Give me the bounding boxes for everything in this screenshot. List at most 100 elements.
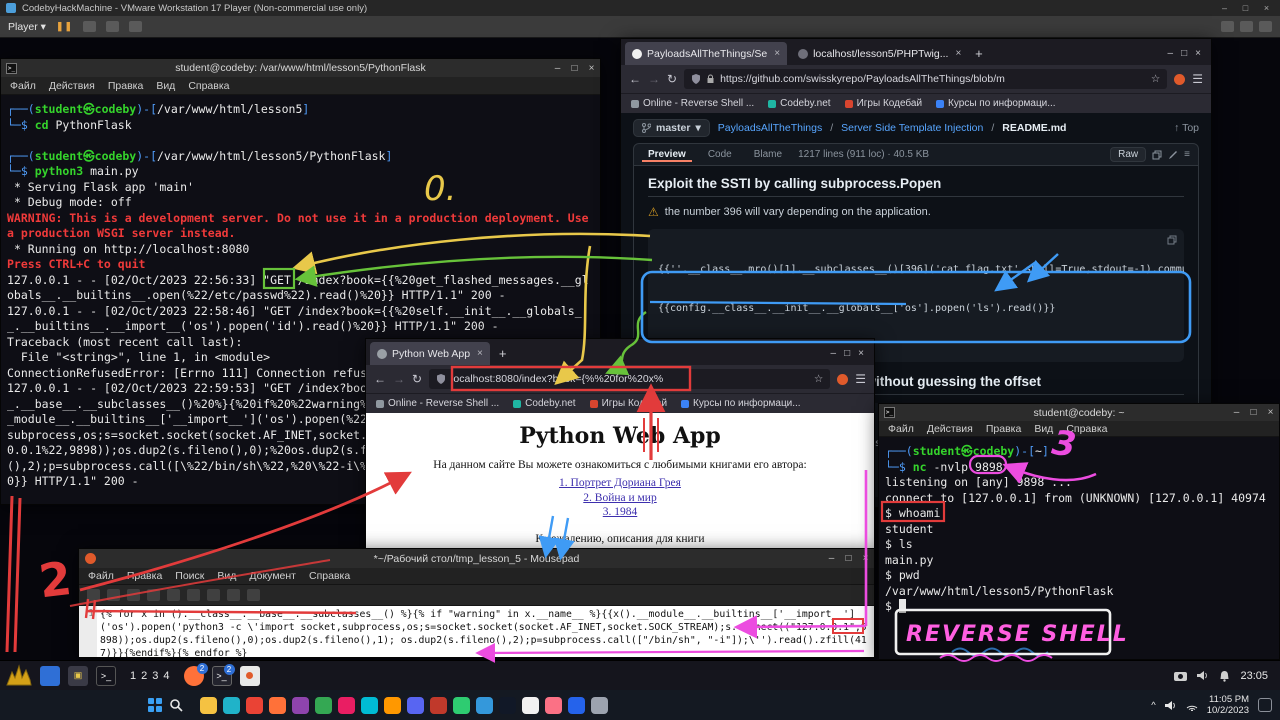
new-file-icon[interactable] xyxy=(87,589,100,601)
notification-bell-icon[interactable] xyxy=(1219,670,1230,682)
undo-icon[interactable] xyxy=(147,589,160,601)
menu-item[interactable]: Поиск xyxy=(175,570,204,582)
maximize-button[interactable]: □ xyxy=(1245,407,1262,418)
tray-expand-icon[interactable]: ^ xyxy=(1151,700,1155,711)
tab-preview[interactable]: Preview xyxy=(642,147,692,162)
tab-blame[interactable]: Blame xyxy=(748,147,788,162)
menu-icon[interactable]: ☰ xyxy=(855,372,866,386)
bookmark-item[interactable]: Курсы по информаци... xyxy=(936,98,1056,109)
back-button[interactable]: ← xyxy=(629,72,641,86)
menu-item[interactable]: Справка xyxy=(188,80,229,92)
menu-item[interactable]: Правка xyxy=(986,423,1021,435)
terminal-flask-titlebar[interactable]: >_ student@codeby: /var/www/html/lesson5… xyxy=(1,59,600,77)
workspace-number[interactable]: 4 xyxy=(163,670,169,682)
menu-item[interactable]: Действия xyxy=(49,80,95,92)
bookmark-item[interactable]: Online - Reverse Shell ... xyxy=(376,398,499,409)
close-button[interactable]: × xyxy=(1259,3,1274,13)
suspend-button[interactable]: ❚❚ xyxy=(56,21,73,32)
copy-icon[interactable] xyxy=(1152,150,1162,160)
files-icon[interactable]: ▣ xyxy=(68,666,88,686)
taskbar-app-icon[interactable] xyxy=(522,697,539,714)
taskbar-app-icon[interactable] xyxy=(545,697,562,714)
forward-button[interactable]: → xyxy=(393,372,405,386)
breadcrumb-repo[interactable]: PayloadsAllTheThings xyxy=(718,122,822,134)
dragon-icon[interactable] xyxy=(6,664,32,688)
minimize-button[interactable]: – xyxy=(1168,48,1174,59)
bookmark-item[interactable]: Курсы по информаци... xyxy=(681,398,801,409)
taskbar-app-icon[interactable] xyxy=(499,697,516,714)
tab-localhost-phptwig[interactable]: localhost/lesson5/PHPTwig... × xyxy=(791,42,966,65)
taskbar-app-icon[interactable] xyxy=(315,697,332,714)
bookmark-item[interactable]: Codeby.net xyxy=(768,98,830,109)
taskbar-app-icon[interactable] xyxy=(292,697,309,714)
open-file-icon[interactable] xyxy=(107,589,120,601)
save-icon[interactable] xyxy=(127,589,140,601)
taskbar-app-icon[interactable] xyxy=(338,697,355,714)
menu-item[interactable]: Справка xyxy=(1066,423,1107,435)
menu-item[interactable]: Вид xyxy=(1034,423,1053,435)
tab-python-web-app[interactable]: Python Web App × xyxy=(370,342,490,365)
ctrl-alt-del-button[interactable] xyxy=(83,21,96,32)
book-link[interactable]: 2. Война и мир xyxy=(366,491,874,506)
book-link[interactable]: 3. 1984 xyxy=(366,505,874,520)
taskbar-app-icon[interactable] xyxy=(384,697,401,714)
collapse-toolbar-button[interactable] xyxy=(1259,21,1272,32)
firefox-taskbar-icon[interactable]: 2 xyxy=(184,666,204,686)
close-tab-icon[interactable]: × xyxy=(477,348,483,359)
screenshot-icon[interactable] xyxy=(1174,670,1187,681)
maximize-button[interactable]: □ xyxy=(1181,48,1187,59)
cut-icon[interactable] xyxy=(187,589,200,601)
snapshot-button[interactable] xyxy=(106,21,119,32)
terminal-launcher-icon[interactable]: >_ xyxy=(96,666,116,686)
menu-item[interactable]: Файл xyxy=(888,423,914,435)
workspace-number[interactable]: 2 xyxy=(141,670,147,682)
settings-button[interactable] xyxy=(129,21,142,32)
menu-item[interactable]: Файл xyxy=(10,80,36,92)
maximize-button[interactable]: □ xyxy=(840,553,857,564)
fullscreen-button[interactable] xyxy=(1240,21,1253,32)
taskbar-app-icon[interactable] xyxy=(407,697,424,714)
taskbar-clock[interactable]: 11:05 PM 10/2/2023 xyxy=(1207,694,1249,716)
unity-button[interactable] xyxy=(1221,21,1234,32)
bookmark-star-icon[interactable]: ☆ xyxy=(814,373,823,385)
minimize-button[interactable]: – xyxy=(823,553,840,564)
menu-item[interactable]: Правка xyxy=(108,80,143,92)
network-icon[interactable] xyxy=(1186,700,1198,711)
taskbar-app-icon[interactable] xyxy=(246,697,263,714)
minimize-button[interactable]: – xyxy=(831,348,837,359)
tab-code[interactable]: Code xyxy=(702,147,738,162)
close-button[interactable]: × xyxy=(858,348,864,359)
menu-item[interactable]: Вид xyxy=(156,80,175,92)
editor-text[interactable]: {% for x in ().__class__.__base__.__subc… xyxy=(97,606,874,657)
raw-button[interactable]: Raw xyxy=(1110,147,1146,162)
reload-button[interactable]: ↻ xyxy=(667,72,677,86)
copy-icon[interactable] xyxy=(1167,235,1177,245)
bookmark-item[interactable]: Codeby.net xyxy=(513,398,575,409)
new-tab-button[interactable]: + xyxy=(494,346,512,361)
menu-item[interactable]: Правка xyxy=(127,570,162,582)
edit-pencil-icon[interactable] xyxy=(1168,150,1178,160)
breadcrumb-folder[interactable]: Server Side Template Injection xyxy=(841,122,983,134)
url-bar[interactable]: localhost:8080/index?book={%%20for%20x% … xyxy=(429,369,830,389)
tab-payloadsallthethings[interactable]: PayloadsAllTheThings/Se × xyxy=(625,42,787,65)
mousepad-taskbar-icon[interactable] xyxy=(240,666,260,686)
extension-icon[interactable] xyxy=(837,374,848,385)
close-button[interactable]: × xyxy=(857,553,874,564)
close-button[interactable]: × xyxy=(1195,48,1201,59)
menu-icon[interactable]: ☰ xyxy=(1192,72,1203,86)
start-button[interactable] xyxy=(148,698,163,713)
terminal-taskbar-icon[interactable]: >_ 2 xyxy=(212,666,232,686)
taskbar-app-icon[interactable] xyxy=(568,697,585,714)
player-menu[interactable]: Player ▾ xyxy=(8,21,46,33)
extension-icon[interactable] xyxy=(1174,74,1185,85)
bookmark-item[interactable]: Online - Reverse Shell ... xyxy=(631,98,754,109)
volume-icon[interactable] xyxy=(1197,670,1209,681)
terminal-nc-titlebar[interactable]: >_ student@codeby: ~ – □ × xyxy=(879,404,1279,421)
forward-button[interactable]: → xyxy=(648,72,660,86)
menu-item[interactable]: Файл xyxy=(88,570,114,582)
taskbar-app-icon[interactable] xyxy=(223,697,240,714)
taskbar-app-icon[interactable] xyxy=(430,697,447,714)
book-link[interactable]: 1. Портрет Дориана Грея xyxy=(366,476,874,491)
menu-item[interactable]: Документ xyxy=(249,570,296,582)
close-button[interactable]: × xyxy=(583,63,600,74)
